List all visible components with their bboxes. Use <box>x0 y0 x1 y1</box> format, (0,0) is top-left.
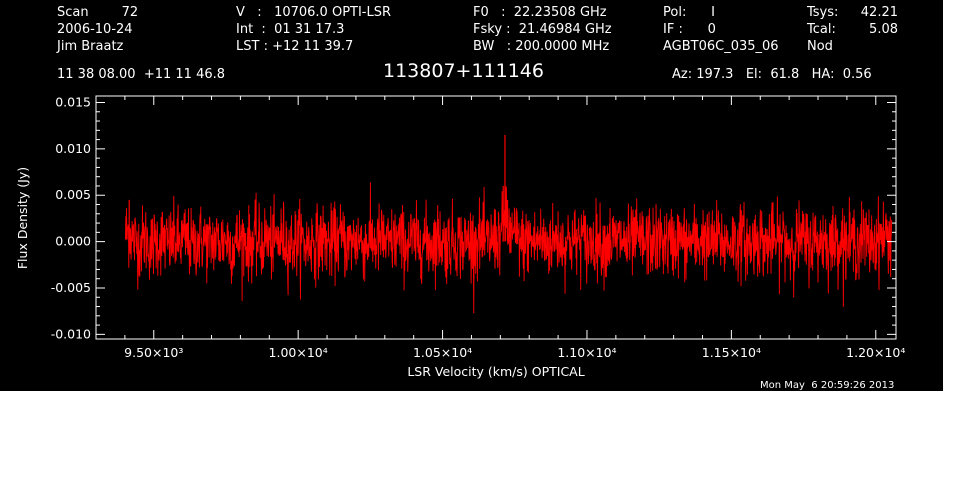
x-tick-label: 1.00×10⁴ <box>269 345 328 360</box>
y-tick-label: -0.010 <box>51 326 91 341</box>
y-tick-label: 0.005 <box>55 187 91 202</box>
x-tick-label: 9.50×10³ <box>124 345 183 360</box>
y-axis-title: Flux Density (Jy) <box>15 167 30 269</box>
trace-layer <box>125 134 893 314</box>
x-tick-label: 1.15×10⁴ <box>702 345 761 360</box>
x-axis-title: LSR Velocity (km/s) OPTICAL <box>407 364 584 379</box>
plot-panel: Scan 72 2006-10-24 Jim Braatz V : 10706.… <box>0 0 943 391</box>
timestamp: Mon May 6 20:59:26 2013 <box>760 380 895 391</box>
x-tick-label: 1.20×10⁴ <box>846 345 905 360</box>
y-tick-label: 0.000 <box>55 234 91 249</box>
x-tick-label: 1.10×10⁴ <box>557 345 616 360</box>
spectrum-trace <box>125 182 893 314</box>
y-tick-label: 0.010 <box>55 141 91 156</box>
plot-frame <box>95 95 897 340</box>
y-tick-label: 0.015 <box>55 94 91 109</box>
spectrum-chart: 9.50×10³ 1.00×10⁴ 1.05×10⁴ 1.10×10⁴ 1.15×10⁴… <box>15 94 905 379</box>
y-tick-label: -0.005 <box>51 280 91 295</box>
x-tick-label: 1.05×10⁴ <box>413 345 472 360</box>
